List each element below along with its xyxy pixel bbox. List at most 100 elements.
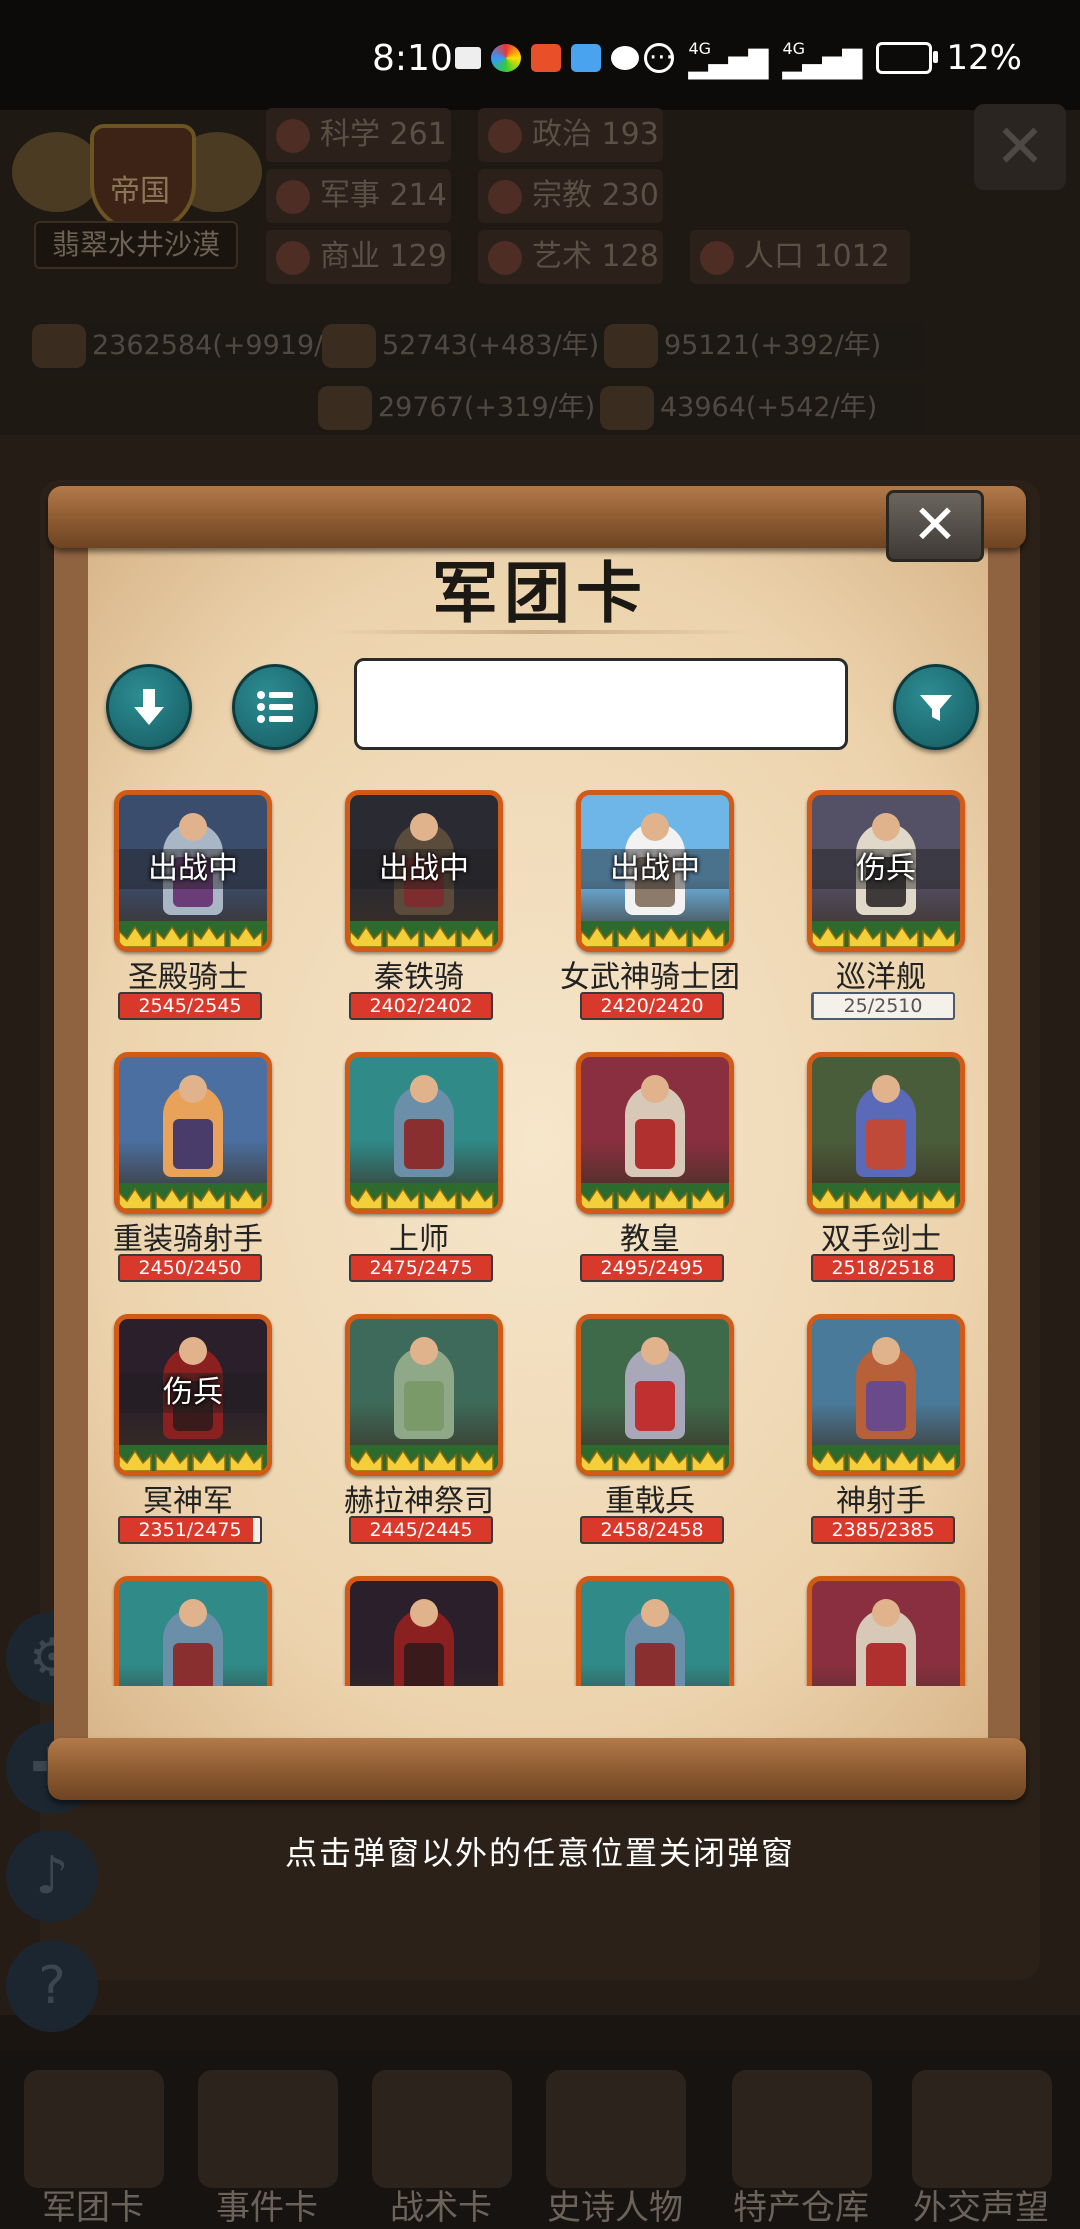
card-name: 双手剑士 — [821, 1222, 941, 1257]
legion-card[interactable]: 重戟兵 2458/2458 — [572, 1314, 802, 1564]
status-badge: 伤兵 — [119, 1373, 267, 1413]
red-app-icon — [531, 44, 561, 72]
wood-icon — [322, 324, 376, 368]
hp-text: 2518/2518 — [831, 1257, 935, 1279]
hp-bar: 2450/2450 — [118, 1254, 262, 1282]
stat-religion: 宗教 230 — [478, 169, 663, 223]
resource-gold: 2362584(+9919/年) — [32, 322, 372, 370]
background-close-button[interactable]: ✕ — [974, 104, 1066, 190]
sort-down-button[interactable] — [106, 664, 192, 750]
card-portrait — [576, 1052, 734, 1214]
help-icon[interactable]: ? — [6, 1940, 98, 2032]
hp-bar: 2351/2475 — [118, 1516, 262, 1544]
legion-card[interactable]: 出战中 女武神骑士团 2420/2420 — [560, 790, 802, 1040]
legion-card[interactable] — [803, 1576, 990, 1686]
battery-icon — [876, 42, 939, 74]
card-portrait — [345, 1576, 503, 1686]
nav-epic-figures[interactable]: 史诗人物 — [536, 2062, 694, 2228]
filter-icon — [920, 695, 952, 721]
crown-rating-icon — [350, 1183, 498, 1209]
card-name: 秦铁骑 — [374, 960, 464, 995]
nav-tactic-cards[interactable]: 战术卡 — [362, 2062, 520, 2228]
crown-rating-icon — [119, 921, 267, 947]
crown-rating-icon — [812, 921, 960, 947]
hp-text: 2495/2495 — [600, 1257, 704, 1279]
bottom-nav: 军团卡 事件卡 战术卡 史诗人物 特产仓库 外交声望 — [0, 2050, 1080, 2228]
legion-card[interactable]: 神射手 2385/2385 — [803, 1314, 990, 1564]
crown-rating-icon — [812, 1183, 960, 1209]
legion-card[interactable]: 伤兵冥神军 2351/2475 — [110, 1314, 340, 1564]
card-name: 圣殿骑士 — [128, 960, 248, 995]
card-portrait: 出战中 — [576, 790, 734, 952]
card-name: 教皇 — [620, 1222, 680, 1257]
crown-rating-icon — [350, 1445, 498, 1471]
status-right: 4G ▂▄▆█ 4G ▂▄▆█ 12% — [644, 38, 1022, 78]
crown-rating-icon — [119, 1445, 267, 1471]
card-portrait — [576, 1576, 734, 1686]
status-bar: 8:10 ··· 4G ▂▄▆█ 4G ▂▄▆█ 12% — [0, 0, 1080, 110]
nav-legion-cards[interactable]: 军团卡 — [14, 2062, 172, 2228]
card-portrait — [576, 1314, 734, 1476]
search-input[interactable] — [354, 658, 848, 750]
status-badge: 出战中 — [350, 849, 498, 889]
card-portrait — [807, 1576, 965, 1686]
stat-military: 军事 214 — [266, 169, 451, 223]
card-name: 冥神军 — [143, 1484, 233, 1519]
hp-text: 2458/2458 — [600, 1519, 704, 1541]
legion-card[interactable]: 上师 2475/2475 — [341, 1052, 571, 1302]
hp-bar: 2475/2475 — [349, 1254, 493, 1282]
legion-card[interactable]: 重装骑射手 2450/2450 — [110, 1052, 340, 1302]
nav-diplomacy[interactable]: 外交声望 — [902, 2062, 1060, 2228]
filter-button[interactable] — [893, 664, 979, 750]
resource-stone: 29767(+319/年) — [318, 384, 642, 432]
gold-icon — [32, 324, 86, 368]
modal-close-button[interactable]: ✕ — [886, 490, 984, 562]
list-icon — [257, 691, 293, 723]
crown-rating-icon — [581, 1445, 729, 1471]
stat-population: 人口 1012 — [690, 230, 910, 284]
resource-iron: 95121(+392/年) — [604, 322, 924, 370]
list-view-button[interactable] — [232, 664, 318, 750]
stat-commerce: 商业 129 — [266, 230, 451, 284]
hp-bar: 2518/2518 — [811, 1254, 955, 1282]
legion-card[interactable] — [341, 1576, 571, 1686]
title-divider — [330, 630, 750, 634]
commerce-icon — [276, 240, 310, 275]
compass-icon — [372, 2070, 512, 2188]
legion-card[interactable] — [572, 1576, 802, 1686]
hp-text: 2450/2450 — [138, 1257, 242, 1279]
status-badge: 出战中 — [119, 849, 267, 889]
legion-card[interactable]: 赫拉神祭司 2445/2445 — [341, 1314, 571, 1564]
hp-bar: 2495/2495 — [580, 1254, 724, 1282]
modal-title: 军团卡 — [432, 555, 648, 632]
politics-icon — [488, 118, 522, 153]
card-name: 巡洋舰 — [836, 960, 926, 995]
close-hint: 点击弹窗以外的任意位置关闭弹窗 — [284, 1834, 795, 1872]
crown-rating-icon — [119, 1183, 267, 1209]
stat-art: 艺术 128 — [478, 230, 663, 284]
legion-card[interactable]: 出战中 圣殿骑士 2545/2545 — [110, 790, 340, 1040]
empire-name: 翡翠水井沙漠 — [34, 221, 238, 269]
card-portrait: 出战中 — [114, 790, 272, 952]
hp-bar: 2402/2402 — [349, 992, 493, 1020]
hp-text: 2351/2475 — [138, 1519, 242, 1541]
iron-icon — [604, 324, 658, 368]
nav-specialty-warehouse[interactable]: 特产仓库 — [722, 2062, 880, 2228]
card-name: 上师 — [389, 1222, 449, 1257]
religion-icon — [488, 179, 522, 214]
legion-card[interactable]: 出战中秦铁骑 2402/2402 — [341, 790, 571, 1040]
legion-card[interactable]: 伤兵 巡洋舰 25/2510 — [803, 790, 990, 1040]
nav-event-cards[interactable]: 事件卡 — [188, 2062, 346, 2228]
card-name: 神射手 — [836, 1484, 926, 1519]
science-icon — [276, 118, 310, 153]
letter-icon — [912, 2070, 1052, 2188]
crown-rating-icon — [350, 921, 498, 947]
legion-card[interactable]: 双手剑士 2518/2518 — [803, 1052, 990, 1302]
stat-politics: 政治 193 — [478, 108, 663, 162]
card-portrait: 伤兵 — [807, 790, 965, 952]
crown-icon — [546, 2070, 686, 2188]
legion-card[interactable]: 教皇 2495/2495 — [572, 1052, 802, 1302]
hp-text: 2402/2402 — [369, 995, 473, 1017]
legion-card[interactable] — [110, 1576, 340, 1686]
military-icon — [276, 179, 310, 214]
